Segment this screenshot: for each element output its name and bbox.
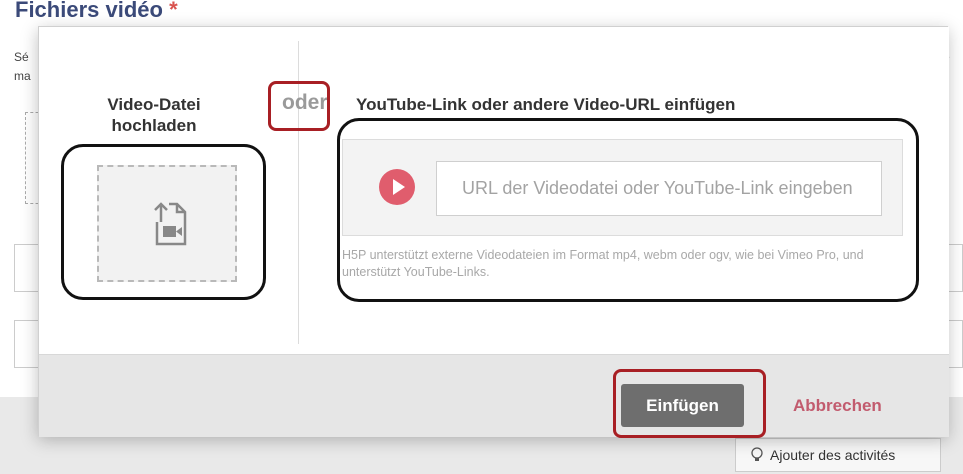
cancel-button[interactable]: Abbrechen [793, 396, 882, 416]
insert-button[interactable]: Einfügen [621, 384, 744, 427]
url-input-panel [342, 139, 903, 236]
description-fragment-2: ma [14, 69, 31, 83]
add-activities-label: Ajouter des activités [770, 447, 896, 463]
upload-title: Video-Datei hochladen [107, 95, 201, 135]
page-title: Fichiers vidéo * [15, 0, 178, 23]
required-marker: * [169, 0, 178, 22]
description-fragment-1: Sé [14, 50, 29, 64]
video-url-input[interactable] [436, 161, 882, 216]
dialog-body: Video-Datei hochladen oder YouTube-Link … [39, 27, 949, 354]
video-upload-dropzone[interactable] [97, 165, 237, 282]
video-insert-dialog: Video-Datei hochladen oder YouTube-Link … [38, 26, 949, 437]
separator-label: oder [282, 91, 328, 114]
upload-video-icon [154, 202, 187, 246]
play-icon [379, 169, 415, 205]
lightbulb-icon [751, 447, 763, 461]
url-help-text: H5P unterstützt externe Videodateien im … [342, 248, 864, 279]
add-activities-button[interactable]: Ajouter des activités [735, 438, 941, 472]
column-divider [298, 41, 299, 344]
url-section-title: YouTube-Link oder andere Video-URL einfü… [356, 95, 736, 114]
